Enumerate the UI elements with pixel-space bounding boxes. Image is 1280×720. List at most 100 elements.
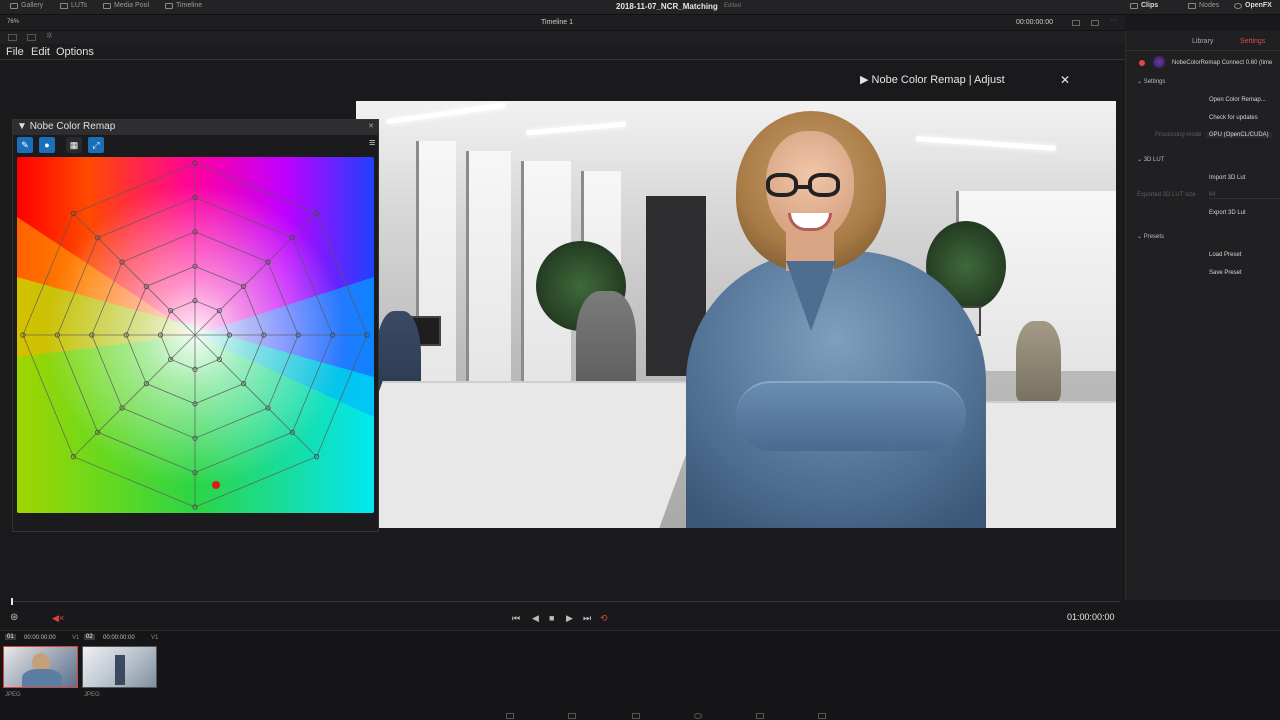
mute-icon[interactable]: ◀× xyxy=(52,613,64,624)
more-icon[interactable]: ··· xyxy=(1110,17,1118,24)
ceiling-light xyxy=(525,121,627,136)
openfx-label: OpenFX xyxy=(1245,2,1272,9)
lut-size-label: Exported 3D LUT size xyxy=(1137,192,1196,198)
circle-icon[interactable]: ● xyxy=(39,137,55,153)
menu-edit[interactable]: Edit xyxy=(31,46,50,58)
project-title: 2018-11-07_NCR_Matching xyxy=(616,2,718,11)
section-presets-label: Presets xyxy=(1143,234,1165,240)
skip-back-icon[interactable]: ⏮ xyxy=(512,613,520,624)
clip-strip: 01 00:00:00:00 V1 02 00:00:00:00 V1 JPEG… xyxy=(0,630,1280,720)
color-wheel-svg[interactable] xyxy=(17,157,374,513)
highlight-icon[interactable] xyxy=(1072,20,1080,26)
timeline-selector[interactable]: Timeline 1 xyxy=(541,19,573,26)
brush-icon[interactable]: ✎ xyxy=(17,137,33,153)
transport-timecode: 01:00:00:00 xyxy=(1067,612,1115,622)
ceiling-light xyxy=(386,102,506,125)
nodes-label: Nodes xyxy=(1199,2,1220,9)
pointer-icon[interactable]: ✲ xyxy=(46,31,55,40)
plugin-enable-toggle[interactable] xyxy=(1139,60,1145,66)
skip-forward-icon[interactable]: ⏭ xyxy=(583,613,591,624)
fullscreen-icon[interactable] xyxy=(1091,20,1099,26)
deliver-page-icon[interactable] xyxy=(818,713,826,719)
clip-thumbnail[interactable] xyxy=(3,646,78,688)
clips-tab[interactable]: Clips xyxy=(1130,2,1158,9)
save-preset-button[interactable]: Save Preset xyxy=(1209,270,1242,276)
color-page-icon[interactable] xyxy=(694,713,702,719)
luts-tab[interactable]: LUTs xyxy=(60,2,87,9)
media-pool-icon xyxy=(103,2,111,9)
plugin-menubar: File Edit Options xyxy=(0,44,1125,60)
scrub-bar[interactable] xyxy=(12,601,1120,602)
ceiling-light xyxy=(915,136,1057,151)
section-3d-lut[interactable]: ⌄ 3D LUT xyxy=(1137,156,1164,163)
clip-type: JPEG xyxy=(84,692,100,698)
edit-page-icon[interactable] xyxy=(632,713,640,719)
collapse-arrow-icon[interactable]: ▶ xyxy=(860,74,868,86)
import-lut-button[interactable]: Import 3D Lut xyxy=(1209,175,1245,181)
panel-close-icon[interactable]: ✕ xyxy=(368,122,374,130)
nodes-tab[interactable]: Nodes xyxy=(1188,2,1219,9)
wipe-icon[interactable] xyxy=(27,34,36,41)
processing-mode-select[interactable]: GPU (OpenCL/CUDA) xyxy=(1206,132,1272,138)
glasses-lens-left xyxy=(766,173,798,197)
menu-options[interactable]: Options xyxy=(56,46,94,58)
clip-timecode: 00:00:00:00 xyxy=(24,635,56,641)
check-updates-button[interactable]: Check for updates xyxy=(1209,115,1258,121)
play-icon[interactable]: ▶ xyxy=(566,613,573,624)
window-pane xyxy=(416,141,456,421)
edited-status: Edited xyxy=(724,3,742,9)
playhead[interactable] xyxy=(11,598,13,605)
open-color-remap-button[interactable]: Open Color Remap... xyxy=(1209,97,1266,103)
stop-icon[interactable]: ■ xyxy=(549,613,554,623)
zoom-level[interactable]: 76% xyxy=(7,19,19,25)
media-pool-label: Media Pool xyxy=(114,2,150,9)
timeline-tab[interactable]: Timeline xyxy=(165,2,202,9)
section-presets[interactable]: ⌄ Presets xyxy=(1137,233,1164,240)
adjust-window-title: ▶ Nobe Color Remap | Adjust xyxy=(860,73,1072,88)
panel-title-label: Nobe Color Remap xyxy=(29,121,116,132)
gallery-icon xyxy=(10,2,18,9)
reverse-play-icon[interactable]: ◀ xyxy=(532,613,539,624)
glasses-lens-right xyxy=(808,173,840,197)
clip-track: V1 xyxy=(151,635,159,641)
section-settings[interactable]: ⌄ Settings xyxy=(1137,78,1165,85)
selected-color-point[interactable] xyxy=(212,481,220,489)
top-page-bar: Gallery LUTs Media Pool Timeline 2018-11… xyxy=(0,0,1280,15)
menu-file[interactable]: File xyxy=(6,46,24,58)
timeline-icon xyxy=(165,2,173,9)
export-lut-button[interactable]: Export 3D Lut xyxy=(1209,210,1246,216)
color-remap-wheel[interactable] xyxy=(17,157,374,513)
cut-page-icon[interactable] xyxy=(568,713,576,719)
close-icon[interactable]: ✕ xyxy=(1060,73,1070,87)
media-pool-tab[interactable]: Media Pool xyxy=(103,2,149,9)
processing-mode-label: Processing mode xyxy=(1155,132,1202,138)
viewer-image xyxy=(356,101,1116,528)
split-icon[interactable] xyxy=(8,34,17,41)
load-preset-button[interactable]: Load Preset xyxy=(1209,252,1241,258)
viewer-header: 76% Timeline 1 00:00:00:00 ··· xyxy=(0,15,1125,31)
plugin-name: NobeColorRemap Connect 0.60 (time xyxy=(1172,60,1273,66)
office-desk xyxy=(356,381,713,528)
color-remap-panel: ▼ Nobe Color Remap ✕ ✎ ● ▦ ⤢ ≡ xyxy=(12,119,379,532)
gallery-label: Gallery xyxy=(21,2,44,9)
panel-menu-icon[interactable]: ≡ xyxy=(369,137,375,149)
tab-settings[interactable]: Settings xyxy=(1240,38,1265,45)
collapse-triangle-icon[interactable]: ▼ xyxy=(17,121,27,132)
nodes-icon xyxy=(1188,2,1196,9)
loop-icon[interactable]: ⟲ xyxy=(600,613,608,624)
adjust-title-label: Nobe Color Remap | Adjust xyxy=(871,74,1005,86)
lut-size-input[interactable]: 64 xyxy=(1209,192,1279,199)
viewer-timecode: 00:00:00:00 xyxy=(1016,19,1053,26)
expand-icon[interactable]: ⤢ xyxy=(88,137,104,153)
openfx-tab[interactable]: OpenFX xyxy=(1234,2,1272,9)
clip-thumbnail[interactable] xyxy=(82,646,157,688)
audio-icon[interactable]: ⊛ xyxy=(10,612,18,623)
fairlight-page-icon[interactable] xyxy=(756,713,764,719)
clip-track: V1 xyxy=(72,635,80,641)
tab-library[interactable]: Library xyxy=(1192,38,1213,45)
media-page-icon[interactable] xyxy=(506,713,514,719)
gallery-tab[interactable]: Gallery xyxy=(10,2,43,9)
grid-icon[interactable]: ▦ xyxy=(66,137,82,153)
clip-timecode: 00:00:00:00 xyxy=(103,635,135,641)
panel-titlebar[interactable]: ▼ Nobe Color Remap xyxy=(13,120,378,135)
